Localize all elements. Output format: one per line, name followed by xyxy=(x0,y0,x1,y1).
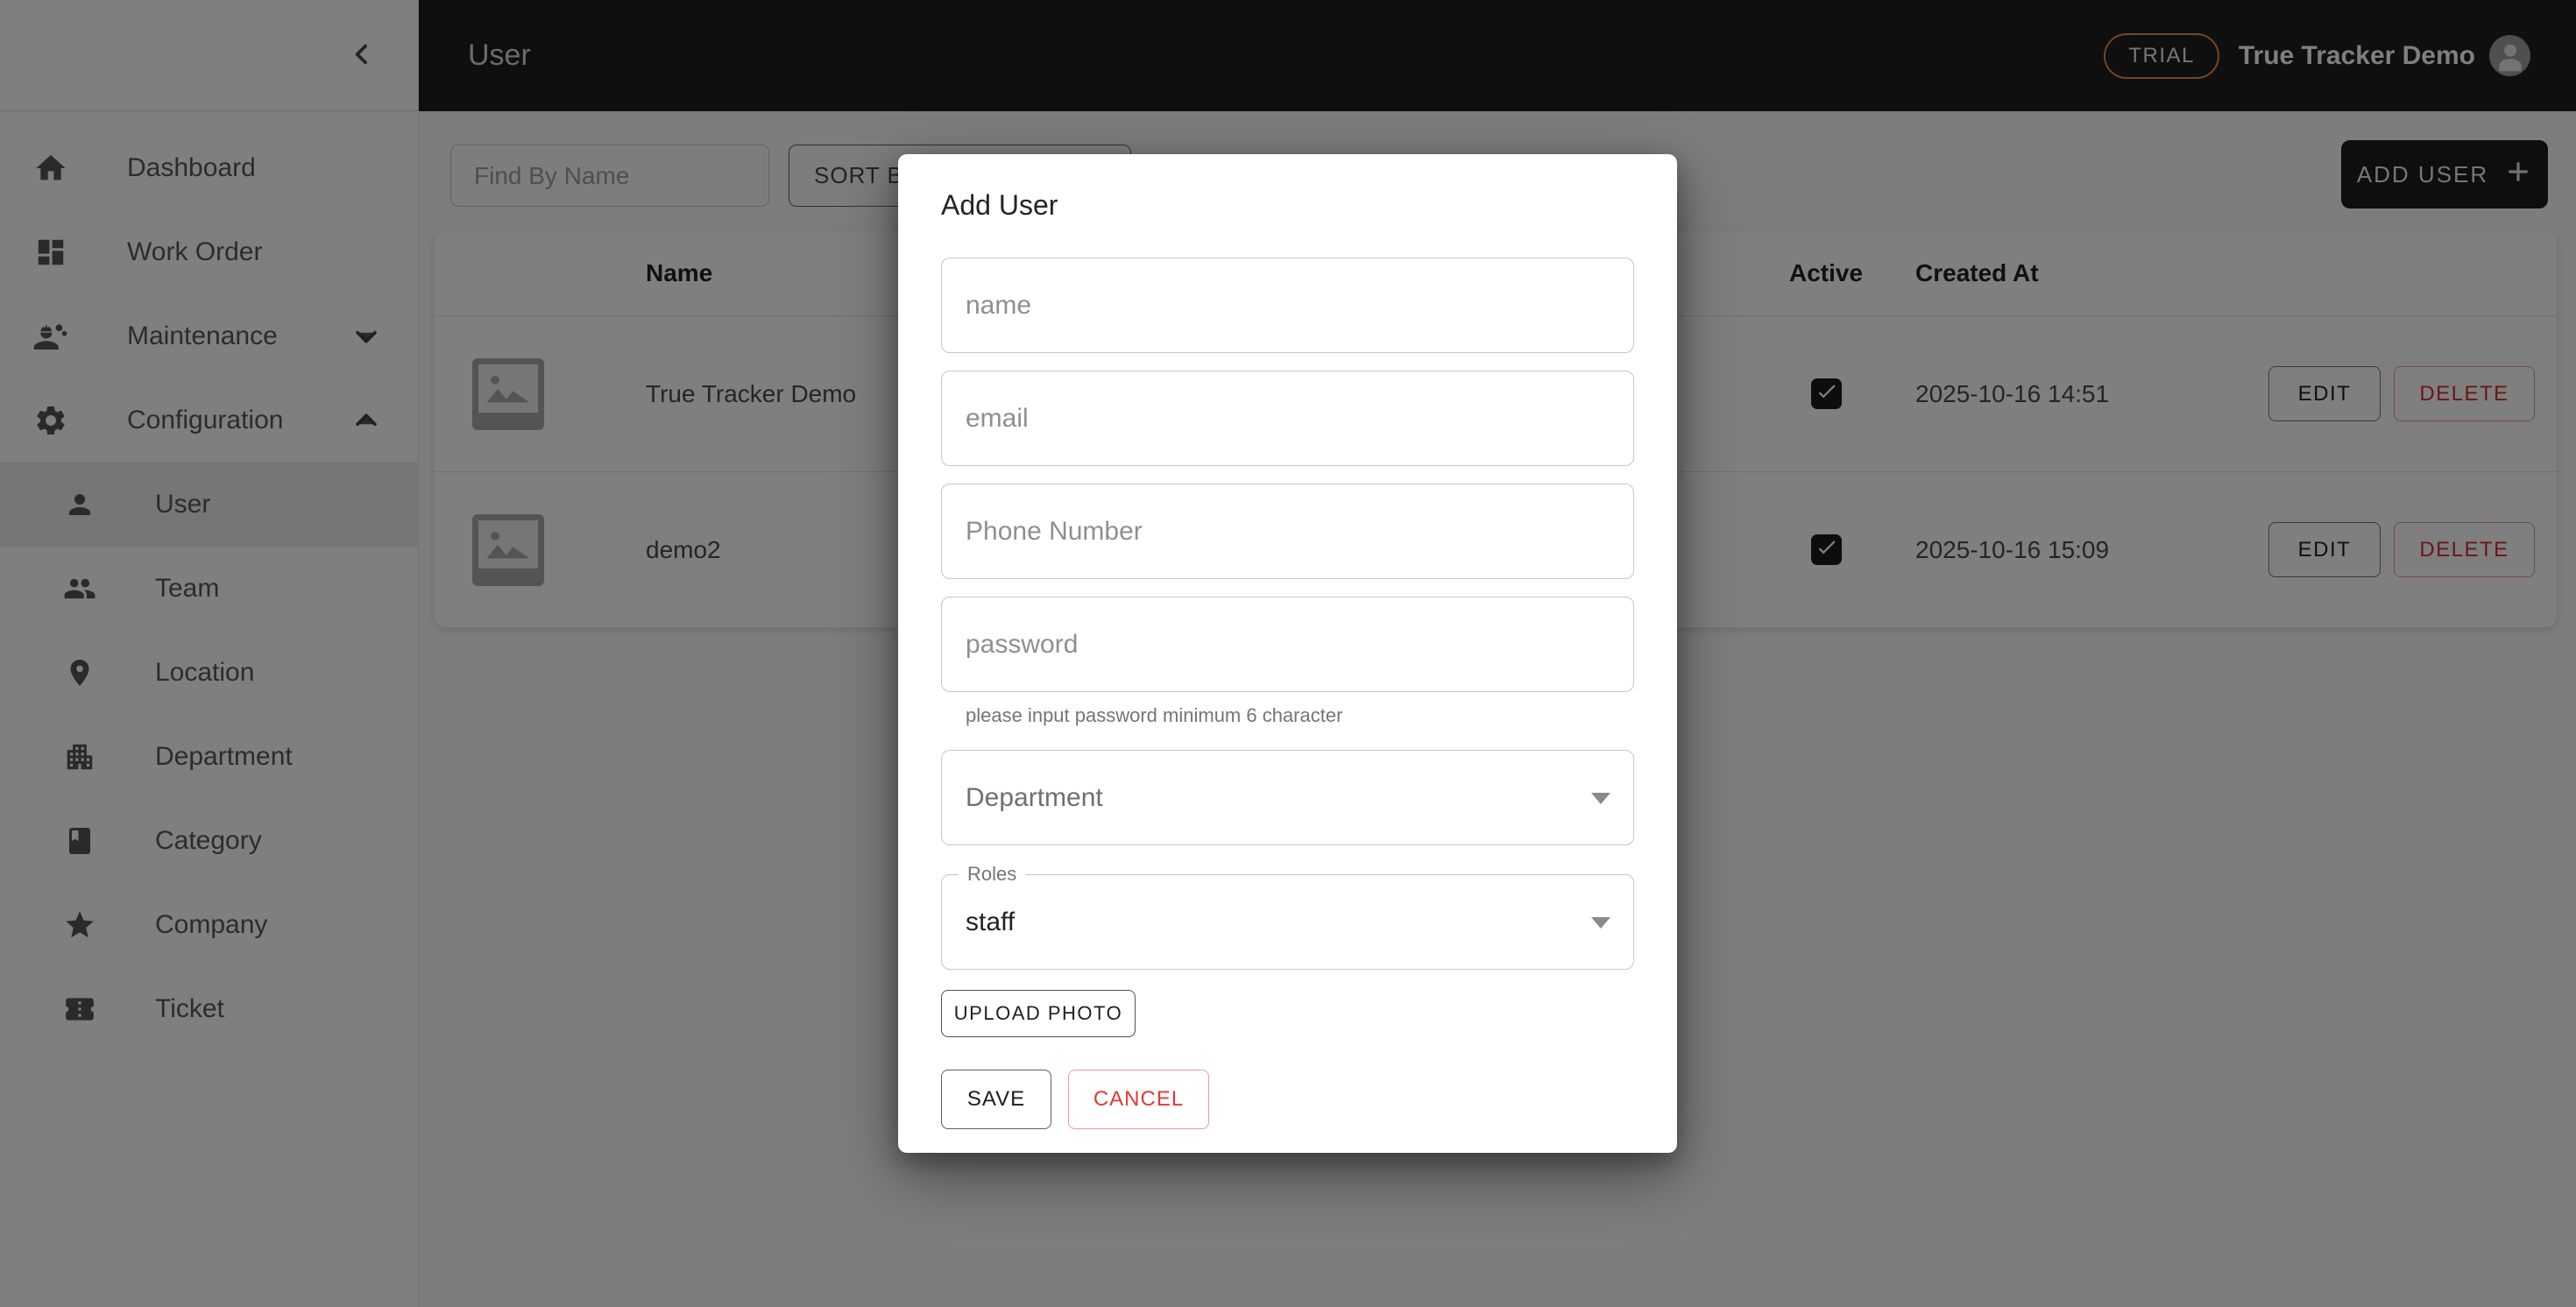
cancel-button[interactable]: CANCEL xyxy=(1068,1070,1209,1129)
dropdown-arrow-icon xyxy=(1591,793,1610,804)
app-root: Dashboard Work Order xyxy=(0,0,2576,1307)
modal-actions: SAVE CANCEL xyxy=(941,1070,1634,1129)
roles-field-label: Roles xyxy=(959,863,1025,886)
roles-select[interactable]: staff xyxy=(941,874,1634,970)
email-field[interactable] xyxy=(941,371,1634,466)
password-field[interactable] xyxy=(941,597,1634,692)
dropdown-arrow-icon xyxy=(1591,917,1610,929)
department-select[interactable]: Department xyxy=(941,750,1634,845)
password-helper-text: please input password minimum 6 characte… xyxy=(966,704,1634,727)
department-select-value: Department xyxy=(966,783,1103,813)
modal-title: Add User xyxy=(941,189,1634,222)
save-button[interactable]: SAVE xyxy=(941,1070,1051,1129)
roles-field-wrapper: Roles staff xyxy=(941,874,1634,970)
upload-photo-button[interactable]: UPLOAD PHOTO xyxy=(941,990,1136,1037)
add-user-modal: Add User please input password minimum 6… xyxy=(898,154,1677,1153)
name-field[interactable] xyxy=(941,258,1634,353)
roles-select-value: staff xyxy=(966,908,1015,937)
phone-field[interactable] xyxy=(941,484,1634,579)
